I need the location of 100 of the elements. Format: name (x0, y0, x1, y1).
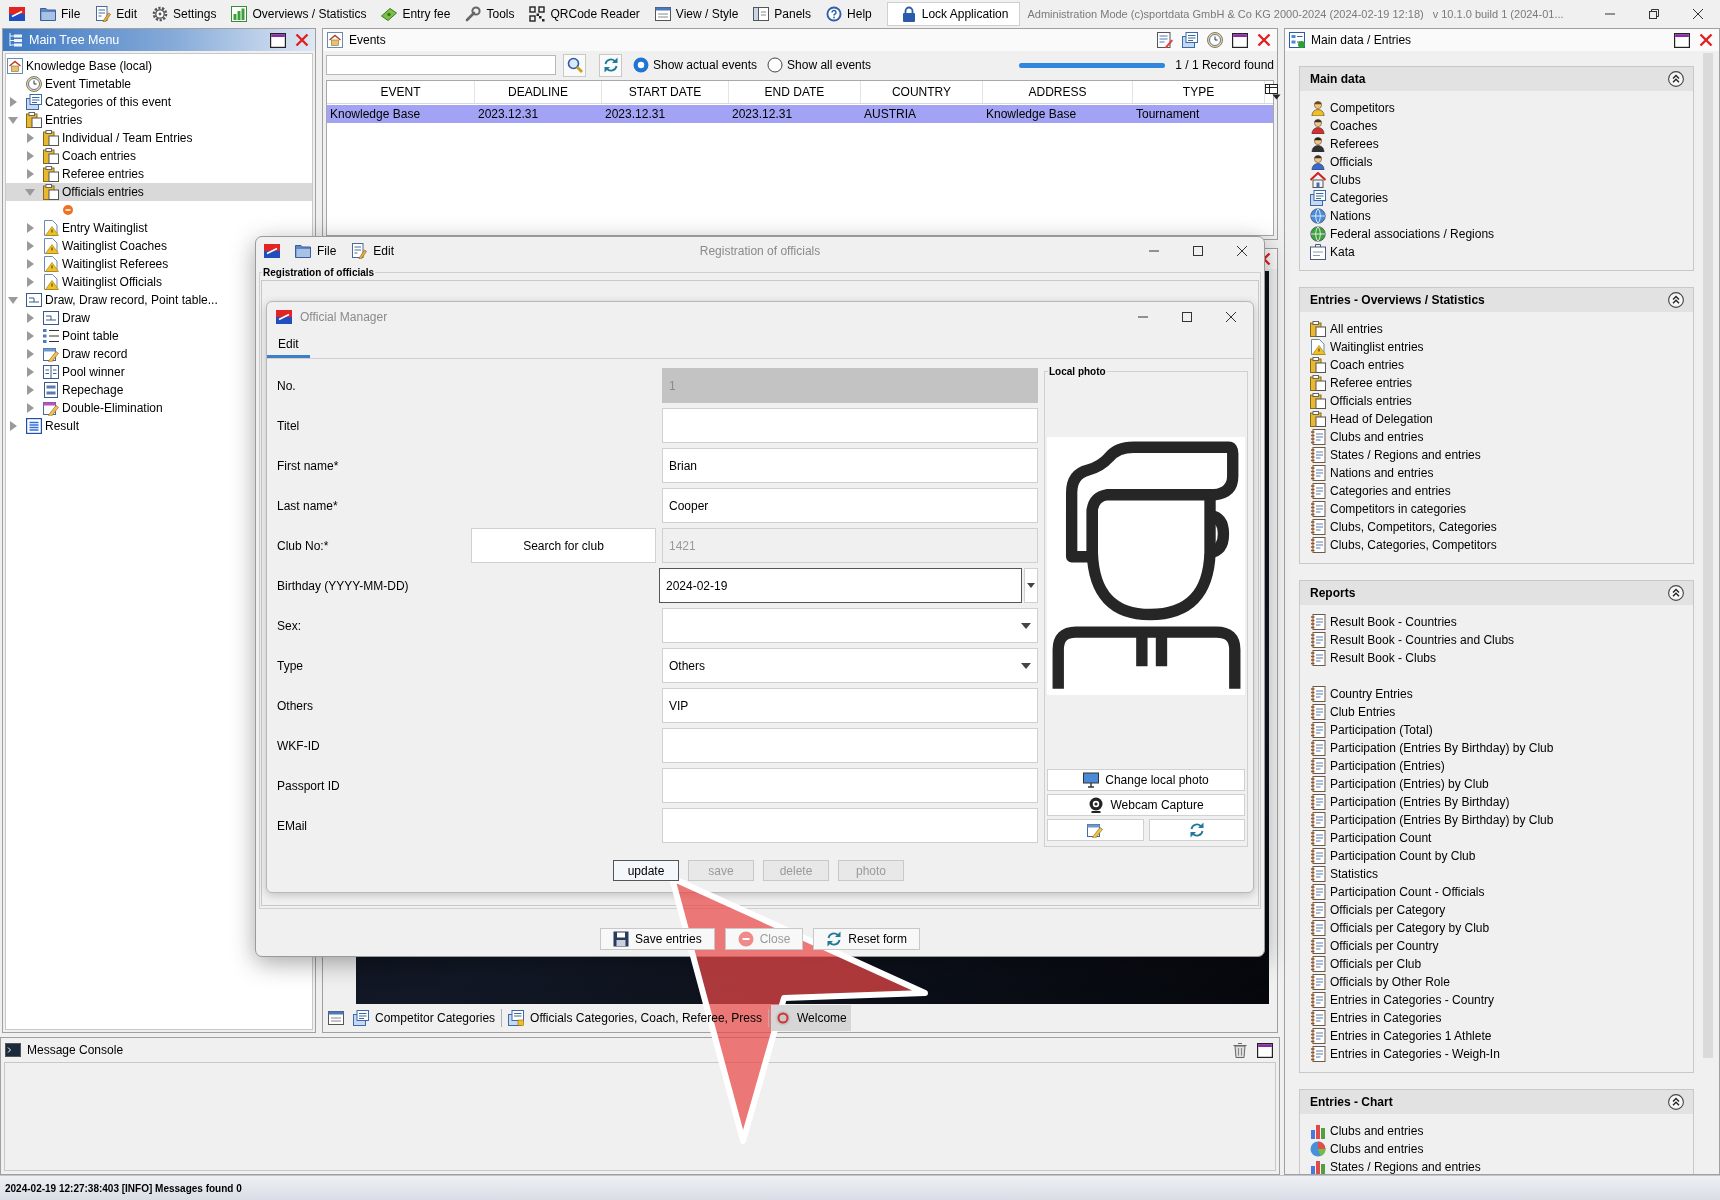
panel-link[interactable]: Result Book - Countries and Clubs (1310, 631, 1515, 649)
menu-item[interactable]: Edit (95, 2, 138, 26)
table-row[interactable]: Knowledge Base 2023.12.31 2023.12.31 2023.12.31 AUSTRIA Knowledge Base Tournament (327, 105, 1273, 123)
tree-item[interactable]: Categories of this event (6, 93, 312, 111)
expand-arrow-icon[interactable] (26, 367, 34, 377)
tab[interactable]: Edit (267, 332, 310, 358)
column-header[interactable]: END DATE (729, 81, 861, 103)
menu-item[interactable]: Panels (753, 2, 812, 26)
panel-link[interactable]: States / Regions and entries (1310, 446, 1481, 464)
close-icon[interactable] (1226, 312, 1236, 322)
maximize-icon[interactable] (1193, 246, 1203, 256)
date-field[interactable]: 2024-02-19 (659, 568, 1022, 603)
expand-arrow-icon[interactable] (26, 223, 34, 233)
form-button[interactable]: update (613, 860, 679, 881)
panel-link[interactable]: Kata (1310, 243, 1355, 261)
panel-link[interactable]: Referee entries (1310, 374, 1413, 392)
text-field[interactable] (662, 408, 1038, 443)
panel-link[interactable]: Entries in Categories - Weigh-In (1310, 1045, 1500, 1063)
panel-link[interactable]: Officials per Country (1310, 937, 1439, 955)
panel-link[interactable]: Result Book - Countries (1310, 613, 1457, 631)
close-icon[interactable] (1693, 9, 1703, 19)
menu-item[interactable]: Tools (465, 2, 515, 26)
panel-link[interactable]: Entries in Categories (1310, 1009, 1442, 1027)
panel-link[interactable]: Statistics (1310, 865, 1378, 883)
radio-option[interactable]: Show all events (767, 57, 872, 73)
menu-item[interactable]: Settings (152, 2, 217, 26)
panel-link[interactable]: Officials per Category by Club (1310, 919, 1490, 937)
panel-link[interactable]: Competitors (1310, 99, 1395, 117)
collapse-icon[interactable] (1668, 292, 1684, 308)
panel-link[interactable]: Clubs (1310, 171, 1361, 189)
panel-link[interactable]: Entries in Categories - Country (1310, 991, 1495, 1009)
tree-item[interactable]: Entry Waitinglist (6, 219, 312, 237)
panel-link[interactable]: Participation (Entries) (1310, 757, 1445, 775)
panel-link[interactable]: Categories (1310, 189, 1389, 207)
dropdown-button[interactable] (1024, 568, 1038, 603)
panel-link[interactable]: Clubs and entries (1310, 1140, 1424, 1158)
panel-link[interactable]: Participation Count - Officials (1310, 883, 1485, 901)
text-field[interactable] (662, 728, 1038, 763)
panel-link[interactable]: Officials per Club (1310, 955, 1422, 973)
expand-arrow-icon[interactable] (25, 188, 35, 196)
tab[interactable]: Welcome (770, 1005, 851, 1031)
collapse-icon[interactable] (1668, 585, 1684, 601)
edit-button[interactable] (1047, 819, 1144, 841)
menu-item[interactable]: Edit (351, 240, 395, 262)
panel-link[interactable]: Participation (Total) (1310, 721, 1433, 739)
menu-item[interactable]: File (40, 2, 81, 26)
panel-link[interactable]: Officials per Category (1310, 901, 1446, 919)
section-header[interactable]: Reports (1300, 581, 1693, 605)
trash-icon[interactable] (1232, 1042, 1248, 1058)
webcam-capture-button[interactable]: Webcam Capture (1047, 794, 1245, 816)
tree-item[interactable]: Referee entries (6, 165, 312, 183)
text-field[interactable]: Brian (662, 448, 1038, 483)
clock-icon[interactable] (1207, 32, 1223, 48)
panel-link[interactable]: Participation (Entries) by Club (1310, 775, 1489, 793)
text-field[interactable] (662, 768, 1038, 803)
search-button[interactable] (563, 53, 586, 77)
panel-link[interactable]: Officials (1310, 153, 1373, 171)
expand-arrow-icon[interactable] (8, 116, 18, 124)
panel-link[interactable]: Club Entries (1310, 703, 1396, 721)
refresh-button[interactable] (599, 53, 622, 77)
dialog-button[interactable]: Save entries (599, 928, 715, 950)
panel-link[interactable]: Participation (Entries By Birthday) by Club (1310, 739, 1554, 757)
tab[interactable]: Competitor Categories (349, 1005, 500, 1031)
tree-item[interactable]: Draw, Draw record, Point table... (6, 291, 312, 309)
panel-link[interactable]: Participation Count by Club (1310, 847, 1476, 865)
tree-item[interactable]: Event Timetable (6, 75, 312, 93)
panel-link[interactable]: Participation (Entries By Birthday) (1310, 793, 1510, 811)
expand-arrow-icon[interactable] (26, 151, 34, 161)
panel-link[interactable]: Nations (1310, 207, 1371, 225)
expand-arrow-icon[interactable] (26, 385, 34, 395)
text-field[interactable]: VIP (662, 688, 1038, 723)
panel-link[interactable]: Clubs, Competitors, Categories (1310, 518, 1497, 536)
folder-document-icon[interactable] (1182, 32, 1198, 48)
expand-arrow-icon[interactable] (9, 421, 17, 431)
expand-arrow-icon[interactable] (26, 241, 34, 251)
maximize-icon[interactable] (1232, 32, 1248, 48)
panel-link[interactable]: Officials entries (1310, 392, 1412, 410)
panel-link[interactable]: Participation Count (1310, 829, 1432, 847)
text-field[interactable]: Cooper (662, 488, 1038, 523)
panel-link[interactable]: Clubs, Categories, Competitors (1310, 536, 1497, 554)
panel-link[interactable]: Competitors in categories (1310, 500, 1467, 518)
panel-link[interactable]: Clubs and entries (1310, 1122, 1424, 1140)
tree-item[interactable]: Knowledge Base (local) (6, 57, 312, 75)
tree-item[interactable]: Individual / Team Entries (6, 129, 312, 147)
panel-link[interactable]: Participation (Entries By Birthday) by Club (1310, 811, 1554, 829)
menu-item[interactable]: QRCode Reader (529, 2, 640, 26)
maximize-icon[interactable] (1182, 312, 1192, 322)
expand-arrow-icon[interactable] (26, 331, 34, 341)
restore-icon[interactable] (1649, 9, 1659, 19)
column-header[interactable]: EVENT (327, 81, 475, 103)
maximize-icon[interactable] (1257, 1042, 1273, 1058)
section-header[interactable]: Entries - Overviews / Statistics (1300, 288, 1693, 312)
change-photo-button[interactable]: Change local photo (1047, 769, 1245, 791)
refresh-button[interactable] (1148, 819, 1245, 841)
panel-link[interactable]: Country Entries (1310, 685, 1413, 703)
collapse-icon[interactable] (1668, 1094, 1684, 1110)
panel-link[interactable]: Referees (1310, 135, 1379, 153)
column-header[interactable]: COUNTRY (861, 81, 983, 103)
search-field[interactable] (326, 55, 556, 75)
column-header[interactable]: START DATE (602, 81, 729, 103)
